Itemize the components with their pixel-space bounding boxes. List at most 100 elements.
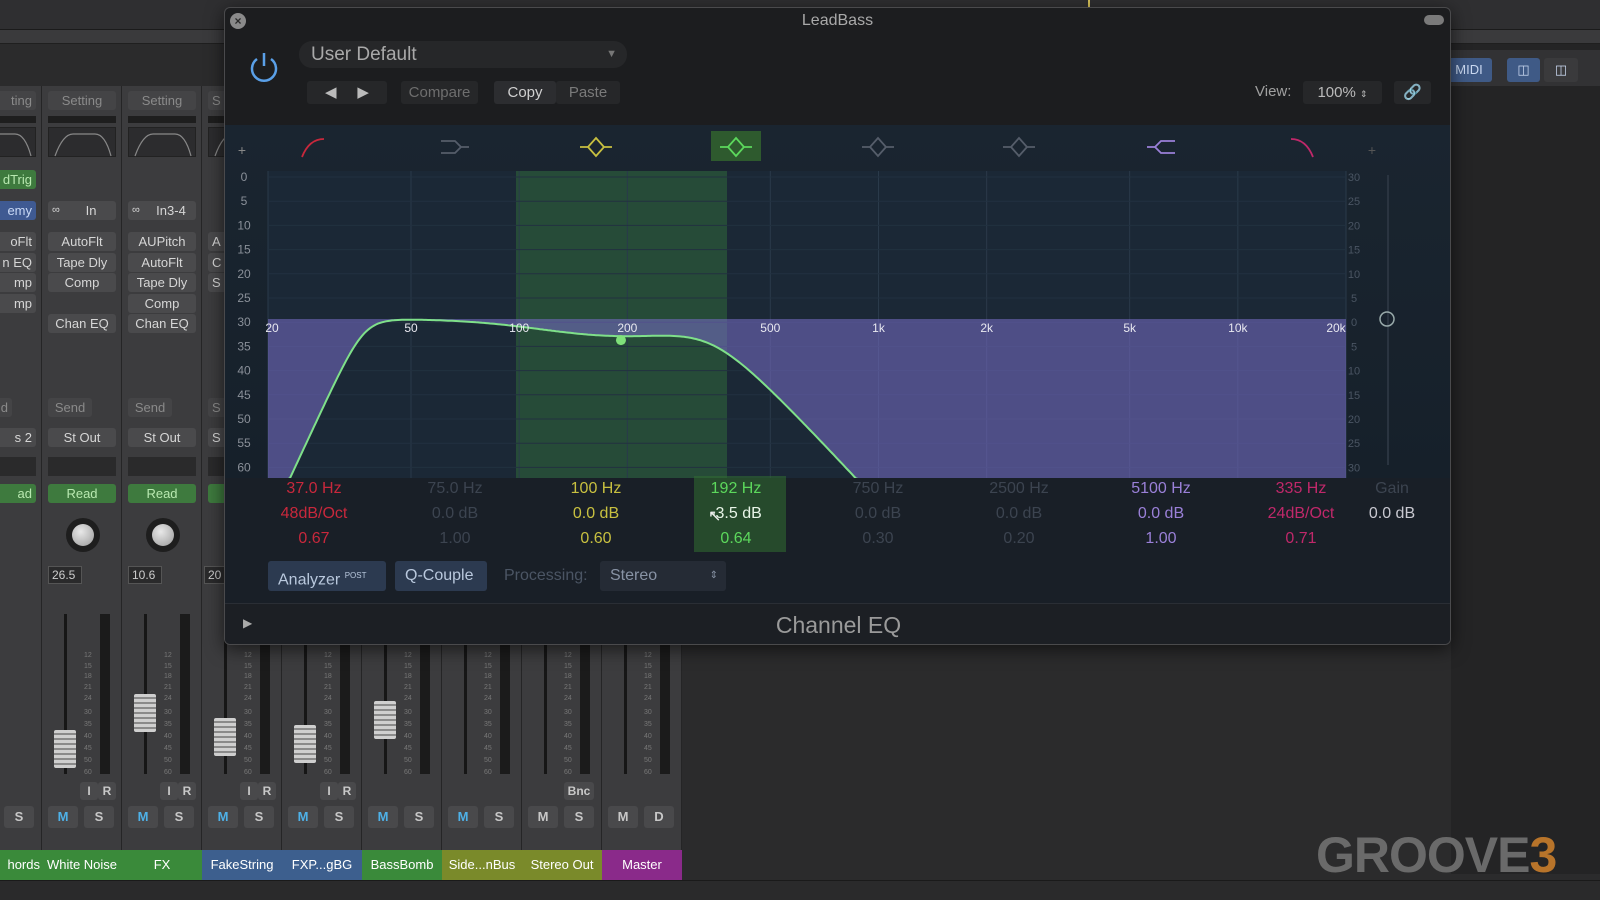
setting-button[interactable]: ting [0,91,36,110]
band-1-params[interactable]: 37.0 Hz 48dB/Oct 0.67 [254,478,374,558]
band-q[interactable]: 0.64 [676,530,796,548]
mute-button[interactable]: M [208,806,238,828]
pan-knob[interactable] [66,518,100,552]
band-freq[interactable]: 5100 Hz [1101,480,1221,498]
input-monitor-button[interactable]: I [80,782,98,800]
view-zoom-select[interactable]: 100% ⇕ [1303,81,1382,104]
track-name[interactable]: FX [122,850,202,880]
fader-handle[interactable] [54,730,76,768]
track-name[interactable]: Side...nBus [442,850,522,880]
band-q[interactable]: 1.00 [395,530,515,548]
band-freq[interactable]: 2500 Hz [959,480,1079,498]
solo-button[interactable]: S [484,806,514,828]
midi-button[interactable]: MIDI [1446,58,1492,82]
band-gain[interactable]: 48dB/Oct [254,505,374,523]
record-button[interactable]: R [98,782,116,800]
track-name[interactable]: Master [602,850,682,880]
columns-view-icon[interactable]: ◫ [1507,58,1540,82]
band-2-params[interactable]: 75.0 Hz 0.0 dB 1.00 [395,478,515,558]
band-q[interactable]: 0.71 [1241,530,1361,548]
band-2-low-shelf-icon[interactable] [441,140,469,154]
band-gain[interactable]: 0.0 dB [818,505,938,523]
band-8-high-cut-icon[interactable] [1290,138,1314,158]
send-slot[interactable]: Send [48,398,92,417]
send-slot[interactable]: d [0,398,12,417]
band-gain[interactable]: 0.0 dB [536,505,656,523]
solo-button[interactable]: S [244,806,274,828]
solo-button[interactable]: S [324,806,354,828]
plugin-slot[interactable]: Comp [48,273,116,292]
band-4-handle[interactable] [615,335,626,346]
band-gain[interactable]: 0.0 dB [1101,505,1221,523]
mute-button[interactable]: M [128,806,158,828]
mute-button[interactable]: M [288,806,318,828]
track-name[interactable]: FakeString [202,850,282,880]
track-name[interactable]: White Noise [42,850,122,880]
band-5-params[interactable]: 750 Hz 0.0 dB 0.30 [818,478,938,558]
analyzer-button[interactable]: Analyzer POST [268,561,386,591]
preset-dropdown[interactable]: User Default ▼ [299,41,627,68]
input-button[interactable]: emy [0,201,36,220]
eq-display[interactable]: 0510152025303540455055603025201510505101… [225,125,1451,488]
mute-button[interactable]: M [448,806,478,828]
automation-mode[interactable]: Read [128,484,196,503]
mute-button[interactable]: M [608,806,638,828]
solo-button[interactable]: S [164,806,194,828]
input-monitor-button[interactable]: I [160,782,178,800]
band-q[interactable]: 0.60 [536,530,656,548]
band-gain[interactable]: 0.0 dB [959,505,1079,523]
plugin-slot[interactable]: Tape Dly [48,252,116,272]
plugin-slot[interactable]: Tape Dly [128,273,196,292]
track-name[interactable]: Stereo Out [522,850,602,880]
input-button[interactable]: ∞ In3-4 [128,201,196,220]
next-preset-icon[interactable]: ▶ [357,84,369,101]
send-slot[interactable]: Send [128,398,172,417]
fader-handle[interactable] [294,725,316,764]
band-q[interactable]: 0.30 [818,530,938,548]
band-q[interactable]: 0.20 [959,530,1079,548]
q-couple-button[interactable]: Q-Couple [395,561,487,591]
close-icon[interactable]: × [230,13,246,29]
band-7-high-shelf-icon[interactable] [1147,140,1175,154]
band-gain[interactable]: -3.5 dB [676,505,796,523]
pan-knob[interactable] [146,518,180,552]
eq-thumbnail[interactable] [48,127,116,157]
plugin-slot[interactable]: Chan EQ [48,314,116,333]
band-q[interactable]: 1.00 [1101,530,1221,548]
eq-thumbnail[interactable] [0,127,36,157]
band-3-bell-icon[interactable] [580,136,612,158]
band-3-params[interactable]: 100 Hz 0.0 dB 0.60 [536,478,656,558]
band-1-low-cut-icon[interactable] [301,138,325,158]
band-7-params[interactable]: 5100 Hz 0.0 dB 1.00 [1101,478,1221,558]
band-freq[interactable]: 750 Hz [818,480,938,498]
power-icon[interactable] [247,50,281,84]
band-freq[interactable]: 75.0 Hz [395,480,515,498]
automation-mode[interactable]: ad [0,484,36,503]
previous-preset-icon[interactable]: ◀ [325,84,337,101]
band-4-bell-icon[interactable] [711,131,761,161]
gain-value[interactable]: 0.0 dB [1332,505,1450,523]
fader-handle[interactable] [374,701,396,740]
input-monitor-button[interactable]: I [320,782,338,800]
band-6-params[interactable]: 2500 Hz 0.0 dB 0.20 [959,478,1079,558]
plugin-slot[interactable]: n EQ [0,252,36,272]
eq-graph[interactable]: 0 5 10 15 20 25 30 35 40 45 50 55 60 30 25 20 15 10 5 0 5 10 1… [225,125,1451,488]
track-name[interactable]: hords [0,850,42,880]
bounce-button[interactable]: Bnc [564,782,594,800]
output-button[interactable]: s 2 [0,428,36,447]
plugin-slot[interactable]: Chan EQ [128,314,196,333]
band-4-params[interactable]: 192 Hz -3.5 dB 0.64 [676,476,796,558]
eq-thumbnail[interactable] [128,127,196,157]
record-button[interactable]: R [178,782,196,800]
mute-button[interactable]: M [368,806,398,828]
paste-button[interactable]: Paste [556,81,620,104]
plugin-slot[interactable]: oFlt [0,232,36,251]
plugin-slot[interactable]: AutoFlt [128,252,196,272]
track-name[interactable]: FXP...gBG [282,850,362,880]
solo-button[interactable]: S [404,806,434,828]
split-view-icon[interactable]: ◫ [1544,58,1578,82]
solo-button[interactable]: S [4,806,34,828]
band-6-bell-icon[interactable] [1003,136,1035,158]
plugin-slot[interactable]: mp [0,293,36,313]
band-freq[interactable]: 192 Hz [676,480,796,498]
